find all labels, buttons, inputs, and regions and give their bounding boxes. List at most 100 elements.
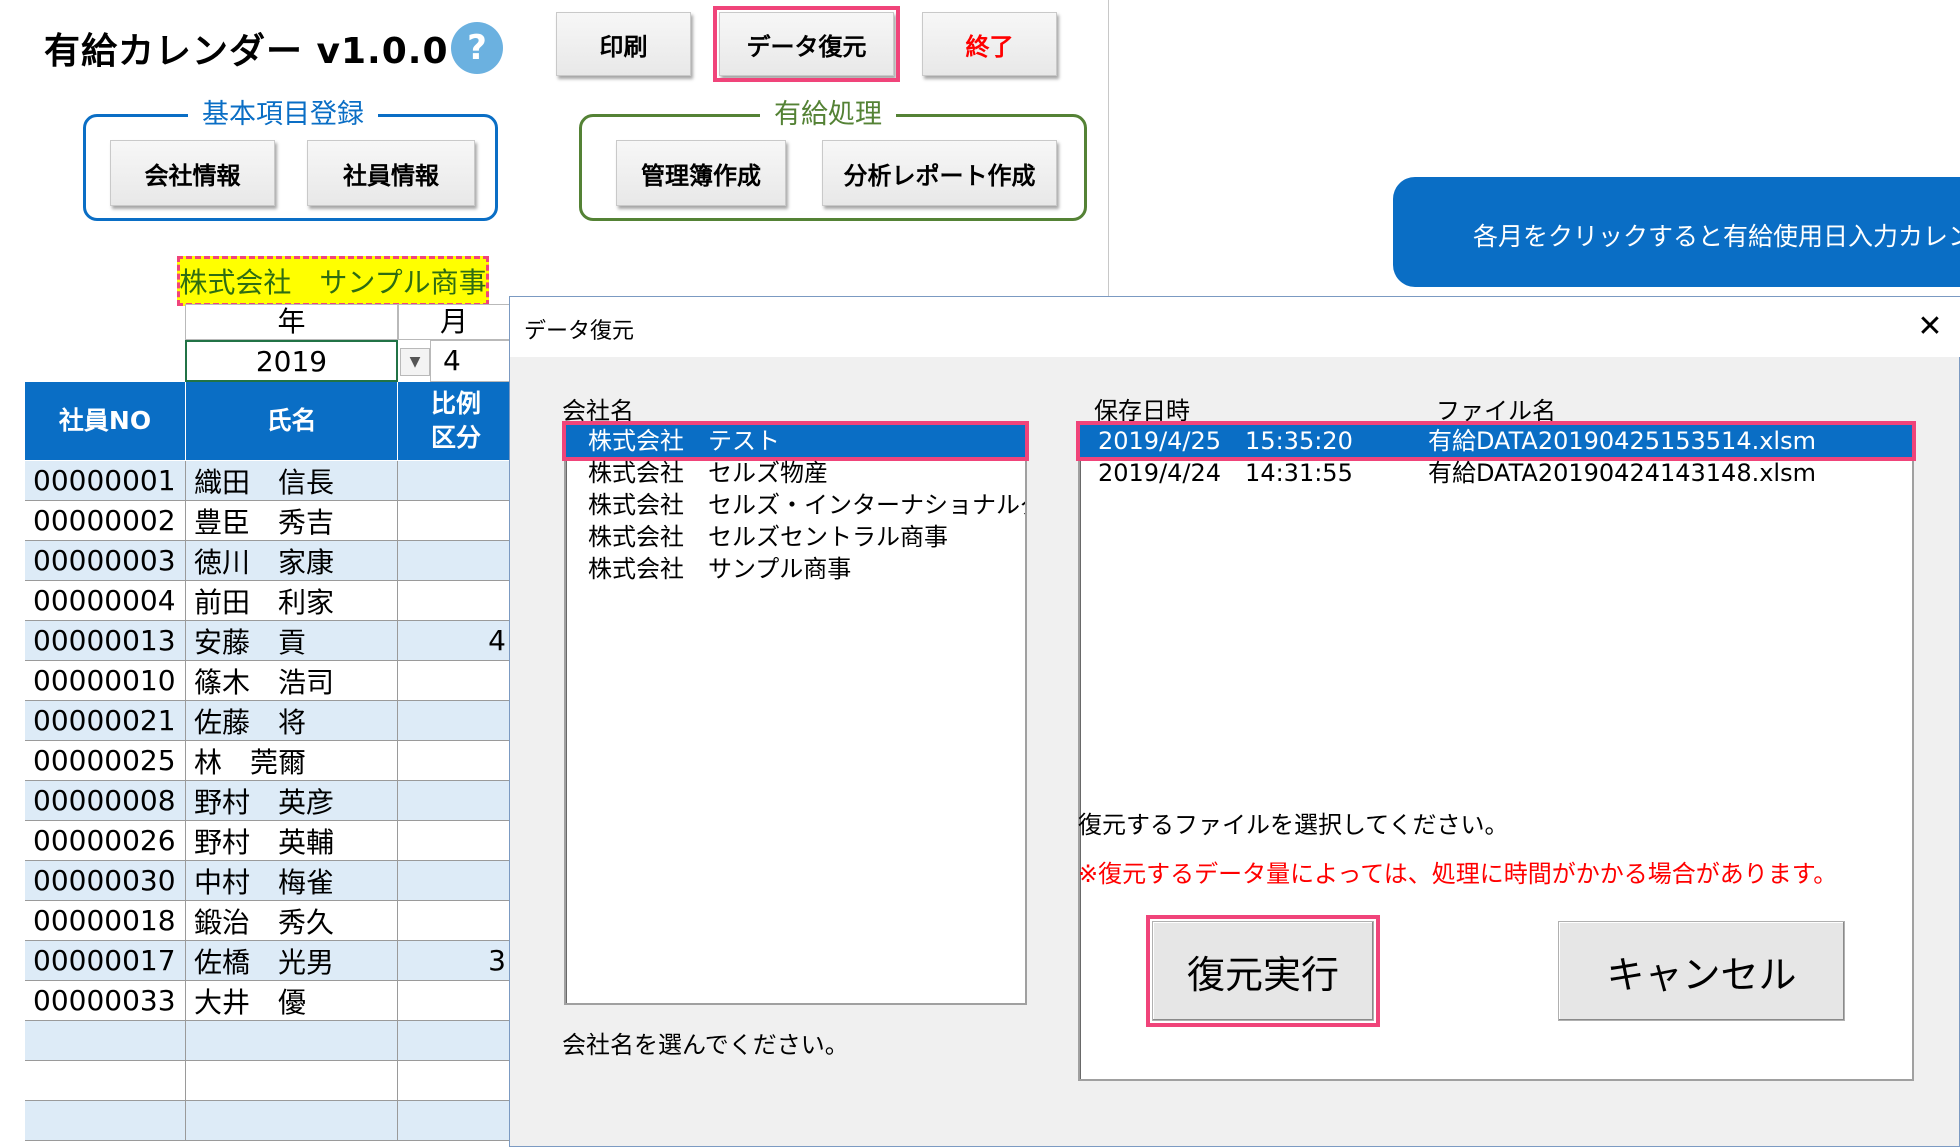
year-cell[interactable]: 2019	[185, 340, 398, 382]
employee-no-cell[interactable]: 00000018	[25, 901, 186, 940]
employee-name-cell[interactable]: 林 莞爾	[186, 741, 398, 780]
employee-no-cell[interactable]: 00000026	[25, 821, 186, 860]
table-row[interactable]: 00000021 佐藤 将	[25, 701, 515, 741]
table-row[interactable]	[25, 1021, 515, 1061]
employee-no-cell[interactable]: 00000003	[25, 541, 186, 580]
ratio-cell[interactable]	[398, 1061, 515, 1100]
employee-name-cell[interactable]: 豊臣 秀吉	[186, 501, 398, 540]
ratio-cell[interactable]	[398, 501, 515, 540]
table-row[interactable]	[25, 1061, 515, 1101]
company-list-item[interactable]: 株式会社 サンプル商事	[566, 553, 1025, 585]
employee-name-cell[interactable]: 織田 信長	[186, 461, 398, 500]
company-name-cell[interactable]: 株式会社 サンプル商事	[177, 256, 489, 306]
table-row[interactable]: 00000013 安藤 貢4	[25, 621, 515, 661]
table-row[interactable]: 00000018 鍛治 秀久	[25, 901, 515, 941]
ratio-cell[interactable]	[398, 661, 515, 700]
employee-name-cell[interactable]	[186, 1021, 398, 1060]
employee-name-cell[interactable]: 中村 梅雀	[186, 861, 398, 900]
sheet-divider	[1108, 0, 1109, 300]
employee-no-cell[interactable]	[25, 1061, 186, 1100]
employee-name-cell[interactable]: 前田 利家	[186, 581, 398, 620]
table-row[interactable]: 00000025 林 莞爾	[25, 741, 515, 781]
execute-restore-button[interactable]: 復元実行	[1146, 915, 1380, 1027]
company-list-item[interactable]: 株式会社 セルズ物産	[566, 457, 1025, 489]
table-row[interactable]: 00000017 佐橋 光男 3	[25, 941, 515, 981]
company-list-item[interactable]: 株式会社 テスト	[562, 421, 1029, 461]
employee-no-cell[interactable]: 00000017	[25, 941, 186, 980]
ratio-cell[interactable]: 3	[398, 941, 515, 980]
table-row[interactable]: 00000003 徳川 家康	[25, 541, 515, 581]
dialog-title: データ復元	[510, 297, 1960, 357]
ratio-cell[interactable]	[398, 981, 515, 1020]
company-list-item[interactable]: 株式会社 セルズ・インターナショナルグローバル	[566, 489, 1025, 521]
ratio-cell[interactable]	[398, 541, 515, 580]
employee-info-button[interactable]: 社員情報	[307, 140, 475, 206]
table-row[interactable]: 00000008 野村 英彦	[25, 781, 515, 821]
employee-no-cell[interactable]: 00000013	[25, 621, 186, 660]
ratio-cell[interactable]	[398, 741, 515, 780]
table-row[interactable]: 00000030 中村 梅雀	[25, 861, 515, 901]
header-name: 氏名	[186, 382, 398, 460]
employee-name-cell[interactable]: 大井 優	[186, 981, 398, 1020]
table-row[interactable]: 00000004 前田 利家	[25, 581, 515, 621]
employee-no-cell[interactable]: 00000010	[25, 661, 186, 700]
employee-name-cell[interactable]: 野村 英彦	[186, 781, 398, 820]
cancel-button[interactable]: キャンセル	[1558, 921, 1845, 1021]
year-header: 年	[185, 304, 398, 340]
company-hint: 会社名を選んでください。	[562, 1031, 849, 1059]
table-row[interactable]	[25, 1101, 515, 1141]
employee-name-cell[interactable]: 安藤 貢	[186, 621, 398, 660]
info-banner[interactable]: 各月をクリックすると有給使用日入力カレンダーを表示	[1393, 177, 1960, 287]
employee-no-cell[interactable]: 00000025	[25, 741, 186, 780]
employee-name-cell[interactable]: 徳川 家康	[186, 541, 398, 580]
ratio-cell[interactable]	[398, 781, 515, 820]
help-icon[interactable]: ?	[451, 22, 503, 74]
file-list-item[interactable]: 2019/4/24 14:31:55 有給DATA20190424143148.x…	[1080, 457, 1912, 489]
report-button[interactable]: 分析レポート作成	[822, 140, 1057, 206]
ratio-cell[interactable]	[398, 1021, 515, 1060]
close-icon[interactable]: ✕	[1909, 306, 1951, 348]
table-row[interactable]: 00000033 大井 優	[25, 981, 515, 1021]
company-info-button[interactable]: 会社情報	[110, 140, 275, 206]
table-row[interactable]: 00000001 織田 信長	[25, 461, 515, 501]
employee-no-cell[interactable]: 00000002	[25, 501, 186, 540]
restore-button[interactable]: データ復元	[713, 6, 900, 82]
employee-no-cell[interactable]: 00000033	[25, 981, 186, 1020]
employee-no-cell[interactable]: 00000021	[25, 701, 186, 740]
ratio-cell[interactable]	[398, 581, 515, 620]
exit-button[interactable]: 終了	[922, 12, 1057, 76]
employee-no-cell[interactable]	[25, 1101, 186, 1140]
employee-no-cell[interactable]: 00000030	[25, 861, 186, 900]
employee-no-cell[interactable]: 00000004	[25, 581, 186, 620]
employee-name-cell[interactable]	[186, 1061, 398, 1100]
employee-no-cell[interactable]	[25, 1021, 186, 1060]
print-button[interactable]: 印刷	[556, 12, 691, 76]
ratio-cell[interactable]	[398, 1101, 515, 1140]
dropdown-arrow-icon[interactable]: ▼	[400, 348, 430, 376]
employee-name-cell[interactable]	[186, 1101, 398, 1140]
ratio-cell[interactable]: 4	[398, 621, 515, 660]
ratio-cell[interactable]	[398, 861, 515, 900]
table-row[interactable]: 00000010 篠木 浩司	[25, 661, 515, 701]
employee-no-cell[interactable]: 00000008	[25, 781, 186, 820]
ratio-cell[interactable]	[398, 901, 515, 940]
employee-name-cell[interactable]: 佐藤 将	[186, 701, 398, 740]
table-row[interactable]: 00000002 豊臣 秀吉	[25, 501, 515, 541]
company-listbox[interactable]: 株式会社 テスト株式会社 セルズ物産株式会社 セルズ・インターナショナルグローバ…	[562, 421, 1029, 1005]
employee-name-cell[interactable]: 佐橋 光男	[186, 941, 398, 980]
month-header: 月	[398, 304, 510, 340]
employee-name-cell[interactable]: 鍛治 秀久	[186, 901, 398, 940]
month-cell[interactable]: 4	[430, 340, 510, 382]
table-row[interactable]: 00000026 野村 英輔	[25, 821, 515, 861]
employee-no-cell[interactable]: 00000001	[25, 461, 186, 500]
header-ratio-line2: 区分	[430, 423, 481, 452]
ratio-cell[interactable]	[398, 821, 515, 860]
employee-name-cell[interactable]: 野村 英輔	[186, 821, 398, 860]
restore-dialog: データ復元 ✕ 会社名 株式会社 テスト 株式会社 セルズ物産 株式会社 セルズ・イ…	[509, 296, 1960, 1147]
file-list-item[interactable]: 2019/4/25 15:35:20 有給DATA20190425153514.x…	[1076, 421, 1916, 461]
ratio-cell[interactable]	[398, 701, 515, 740]
ledger-button[interactable]: 管理簿作成	[616, 140, 786, 206]
ratio-cell[interactable]	[398, 461, 515, 500]
company-list-item[interactable]: 株式会社 セルズセントラル商事	[566, 521, 1025, 553]
employee-name-cell[interactable]: 篠木 浩司	[186, 661, 398, 700]
